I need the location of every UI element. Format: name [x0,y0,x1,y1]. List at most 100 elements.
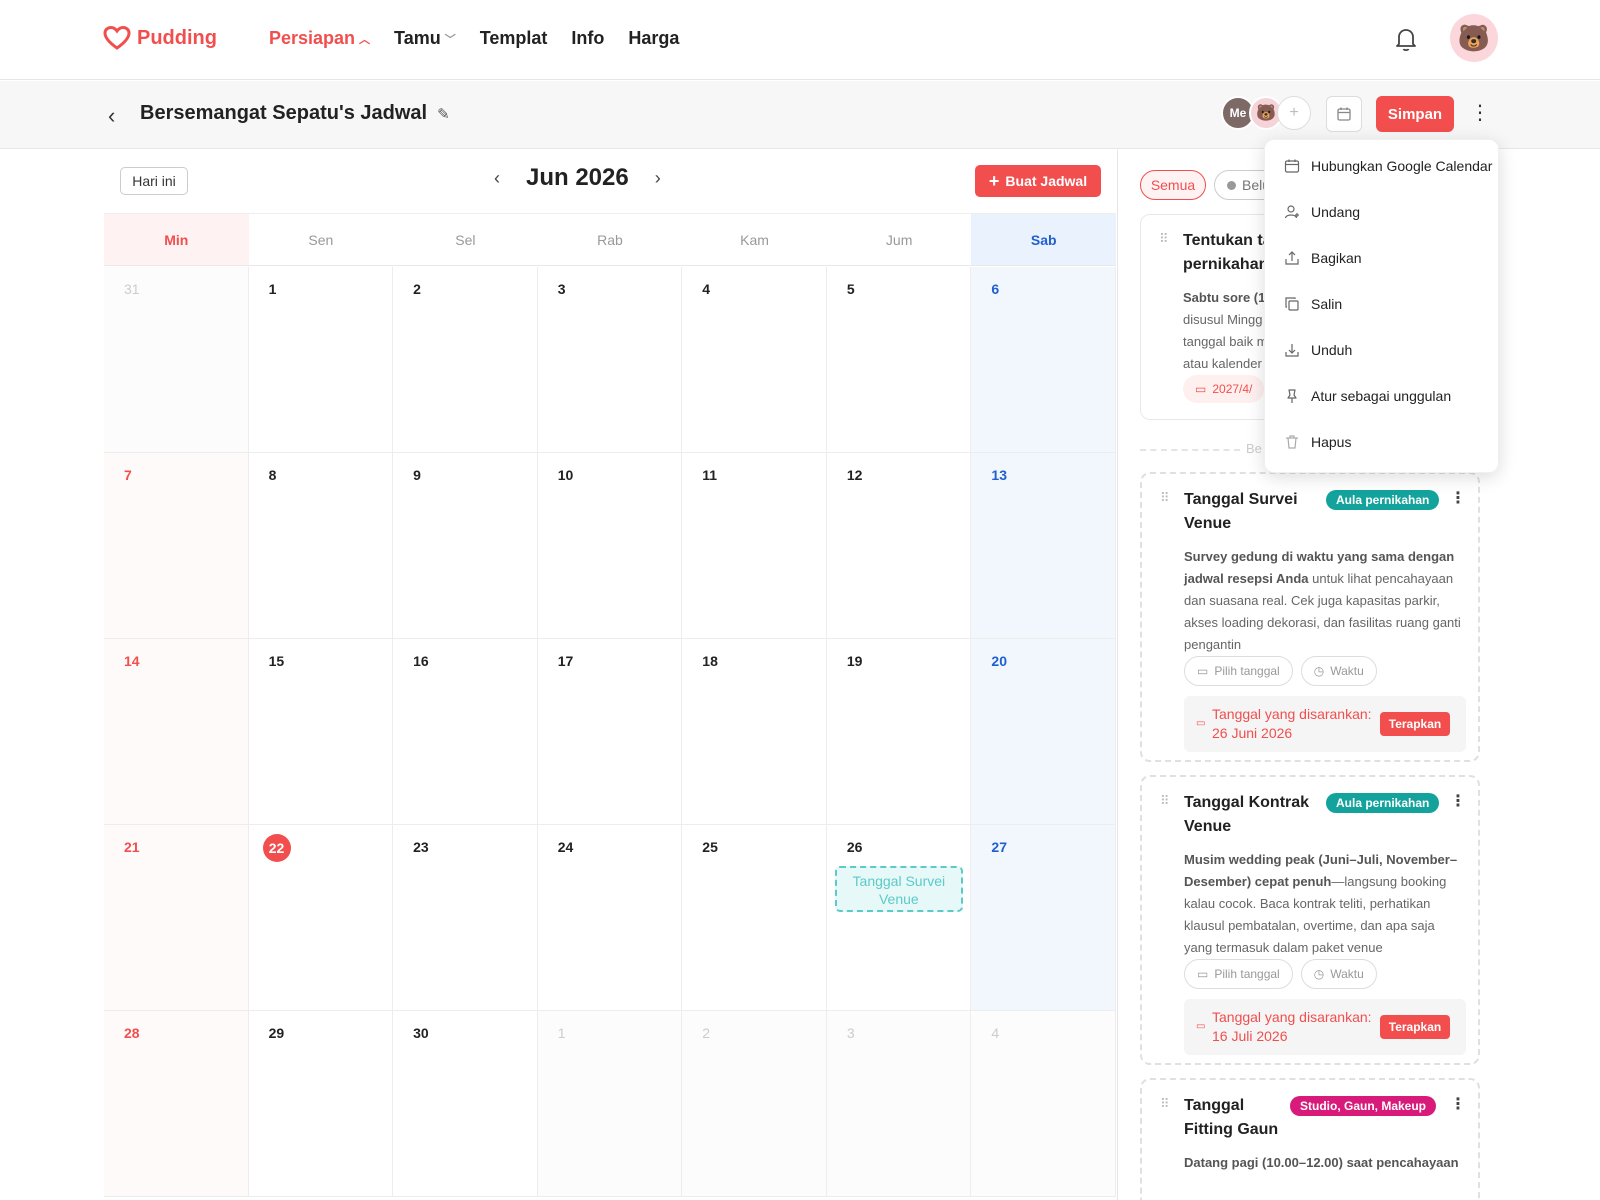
bell-icon[interactable] [1392,25,1420,53]
calendar-day-cell[interactable]: 28 [104,1011,249,1197]
calendar-icon: ▭ [1196,718,1206,729]
calendar-day-cell[interactable]: 11 [682,453,827,639]
nav-item-label: Tamu [394,28,441,48]
add-collaborator-button[interactable]: + [1277,96,1311,130]
nav-item-info[interactable]: Info [571,28,604,49]
today-button[interactable]: Hari ini [120,167,188,195]
nav-item-harga[interactable]: Harga [628,28,679,49]
pick-date-button[interactable]: ▭ Pilih tanggal [1184,959,1293,989]
user-add-icon [1283,203,1301,221]
calendar-day-cell[interactable]: 17 [537,639,683,825]
apply-button[interactable]: Terapkan [1380,1015,1450,1039]
calendar-day-cell[interactable]: 29 [248,1011,394,1197]
calendar-day-cell[interactable]: 3 [826,1011,972,1197]
task-date-chip[interactable]: ▭ 2027/4/ [1183,375,1265,403]
filter-all-chip[interactable]: Semua [1140,170,1206,200]
top-navigation: Pudding Persiapan ︿ Tamu ﹀ Templat Info … [0,0,1600,80]
calendar-day-cell[interactable]: 18 [682,639,827,825]
calendar-day-cell[interactable]: 2 [682,1011,827,1197]
collaborator-avatars: Me 🐻 + [1221,96,1311,130]
nav-item-tamu[interactable]: Tamu ﹀ [394,28,456,49]
calendar-day-cell[interactable]: 7 [104,453,249,639]
chevron-left-icon[interactable]: ‹ [494,168,500,189]
apply-button[interactable]: Terapkan [1380,712,1450,736]
plus-icon: + [988,170,1000,191]
calendar-day-cell[interactable]: 14 [104,639,249,825]
calendar-day-cell[interactable]: 27 [971,825,1116,1011]
nav-item-label: Templat [479,28,548,48]
calendar-day-cell[interactable]: 21 [104,825,249,1011]
calendar-day-cell[interactable]: 1 [537,1011,683,1197]
nav-item-persiapan[interactable]: Persiapan ︿ [269,28,370,49]
chevron-up-icon: ︿ [359,33,371,46]
pick-time-button[interactable]: ◷ Waktu [1300,656,1377,686]
calendar-day-cell[interactable]: 1 [248,267,394,453]
task-card[interactable]: ⠿ Tanggal Kontrak Venue Aula pernikahan … [1140,775,1480,1065]
calendar-event-chip[interactable]: Tanggal Survei Venue [834,866,963,912]
day-number: 14 [124,653,140,669]
pick-date-button[interactable]: ▭ Pilih tanggal [1184,656,1293,686]
day-number: 22 [262,834,291,862]
drag-handle-icon[interactable]: ⠿ [1159,231,1168,247]
suggested-date-value: 26 Juni 2026 [1212,725,1293,741]
save-button[interactable]: Simpan [1376,96,1454,132]
calendar-day-cell[interactable]: 15 [248,639,394,825]
weekday-label: Sen [308,231,334,248]
menu-item-pin[interactable]: Atur sebagai unggulan [1265,373,1500,419]
calendar-day-cell[interactable]: 16 [393,639,538,825]
nav-item-templat[interactable]: Templat [480,28,548,49]
back-arrow-icon[interactable]: ‹ [108,103,115,129]
nav-item-label: Harga [628,28,680,48]
brand-logo[interactable]: Pudding [103,26,217,50]
calendar-day-cell[interactable]: 5 [826,267,972,453]
day-number: 1 [557,1025,566,1041]
menu-item-google-calendar[interactable]: Hubungkan Google Calendar [1265,143,1500,189]
calendar-day-cell[interactable]: 26 Tanggal Survei Venue [826,825,972,1011]
menu-item-delete[interactable]: Hapus [1265,419,1500,465]
calendar-day-cell[interactable]: 20 [971,639,1116,825]
more-options-icon[interactable]: ⋮ [1450,1094,1466,1114]
day-number: 24 [557,839,574,855]
calendar-day-cell[interactable]: 23 [393,825,538,1011]
calendar-day-cell[interactable]: 30 [393,1011,538,1197]
task-card[interactable]: ⠿ Tanggal Survei Venue Aula pernikahan ⋮… [1140,472,1480,762]
chevron-right-icon[interactable]: › [655,168,661,189]
clock-icon: ◷ [1313,664,1325,678]
drag-handle-icon[interactable]: ⠿ [1160,490,1169,506]
menu-item-download[interactable]: Unduh [1265,327,1500,373]
calendar-button[interactable] [1326,96,1362,132]
day-number: 11 [702,467,718,483]
create-schedule-button[interactable]: + Buat Jadwal [975,165,1101,197]
menu-item-invite[interactable]: Undang [1265,189,1500,235]
task-card[interactable]: ⠿ Tanggal Fitting Gaun Studio, Gaun, Mak… [1140,1078,1480,1200]
calendar-day-cell[interactable]: 4 [682,267,827,453]
more-options-icon[interactable]: ⋮ [1450,488,1466,508]
user-avatar[interactable]: 🐻 [1450,14,1498,62]
more-options-icon[interactable]: ⋮ [1450,791,1466,811]
drag-handle-icon[interactable]: ⠿ [1160,793,1169,809]
calendar-day-cell[interactable]: 6 [971,267,1116,453]
calendar-day-cell[interactable]: 2 [393,267,538,453]
calendar-day-cell[interactable]: 4 [971,1011,1116,1197]
pencil-edit-icon[interactable]: ✎ [437,105,450,123]
more-options-icon[interactable]: ⋮ [1470,100,1490,125]
calendar-day-cell[interactable]: 25 [682,825,827,1011]
calendar-day-cell[interactable]: 9 [393,453,538,639]
calendar-day-cell[interactable]: 31 [104,267,249,453]
task-title: Tanggal Fitting Gaun [1184,1097,1279,1138]
calendar-day-cell[interactable]: 8 [248,453,394,639]
calendar-day-cell[interactable]: 10 [537,453,683,639]
calendar-day-cell[interactable]: 12 [826,453,972,639]
pick-time-button[interactable]: ◷ Waktu [1300,959,1377,989]
menu-item-copy[interactable]: Salin [1265,281,1500,327]
calendar-day-cell[interactable]: 22 [248,825,394,1011]
day-number: 18 [702,653,718,669]
suggested-date-box: ▭ Tanggal yang disarankan: 26 Juni 2026 … [1184,696,1466,752]
nav-item-label: Persiapan [269,28,356,48]
menu-item-share[interactable]: Bagikan [1265,235,1500,281]
calendar-day-cell[interactable]: 13 [971,453,1116,639]
calendar-day-cell[interactable]: 19 [826,639,972,825]
drag-handle-icon[interactable]: ⠿ [1160,1096,1169,1112]
calendar-day-cell[interactable]: 3 [537,267,683,453]
calendar-day-cell[interactable]: 24 [537,825,683,1011]
